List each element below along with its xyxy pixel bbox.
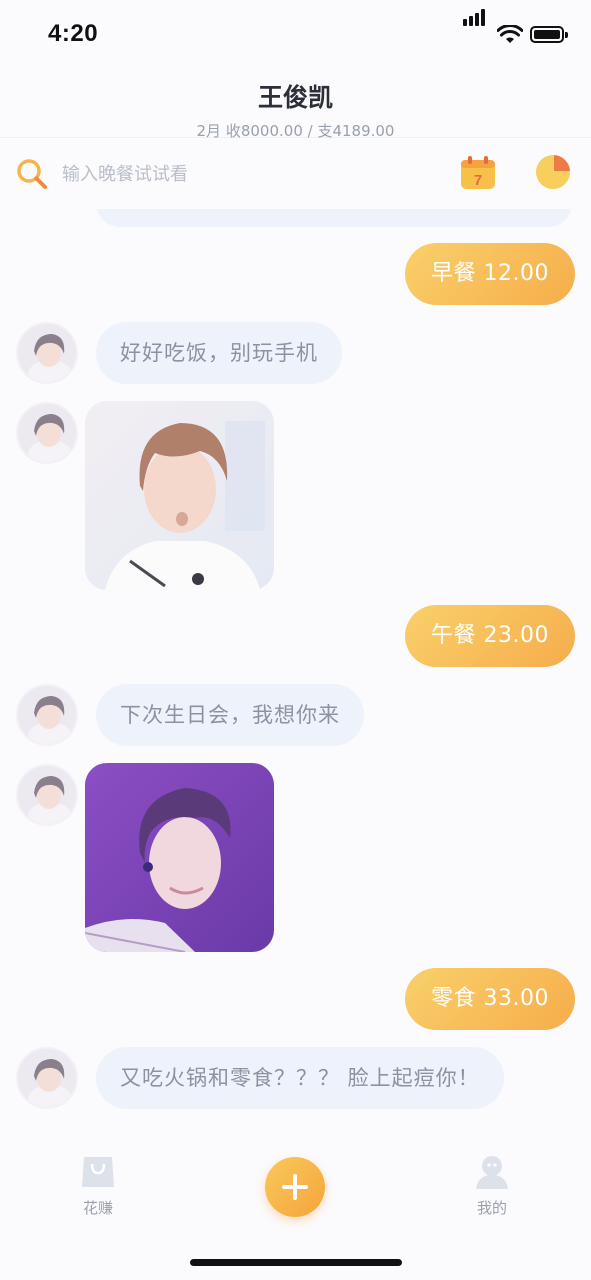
- battery-icon: [530, 26, 568, 43]
- shopping-bag-icon: [82, 1157, 114, 1187]
- photo-message[interactable]: [85, 401, 274, 590]
- status-time: 4:20: [48, 20, 99, 47]
- avatar[interactable]: [16, 322, 78, 384]
- status-bar: 4:20: [0, 0, 591, 72]
- tab-profile[interactable]: 我的: [452, 1155, 532, 1218]
- expense-bubble[interactable]: 零食 33.00: [405, 968, 575, 1030]
- monthly-summary: 2月 收8000.00 / 支4189.00: [196, 122, 395, 140]
- expense-bubble[interactable]: 早餐 12.00: [405, 243, 575, 305]
- plus-icon: [282, 1174, 308, 1200]
- calendar-day: 7: [474, 172, 482, 189]
- search-input[interactable]: [62, 159, 422, 189]
- tab-label: 花赚: [82, 1199, 113, 1217]
- tab-label: 我的: [476, 1199, 507, 1217]
- expense-bubble[interactable]: 午餐 23.00: [405, 605, 575, 667]
- chat-list[interactable]: 早餐 12.00 好好吃饭，别玩手机 午餐 23.00 下次生日会，我想你来 零…: [0, 209, 591, 1139]
- chat-header: 王俊凯 2月 收8000.00 / 支4189.00: [0, 72, 591, 140]
- search-icon[interactable]: [15, 157, 49, 191]
- avatar[interactable]: [16, 684, 78, 746]
- pie-chart-icon[interactable]: [535, 154, 571, 190]
- message-bubble: 下次生日会，我想你来: [96, 684, 364, 746]
- photo-message[interactable]: [85, 763, 274, 952]
- search-bar: [0, 139, 591, 209]
- avatar[interactable]: [16, 764, 78, 826]
- message-bubble: 又吃火锅和零食？？？ 脸上起痘你！: [96, 1047, 504, 1109]
- home-indicator: [190, 1259, 402, 1266]
- avatar[interactable]: [16, 402, 78, 464]
- page-title: 王俊凯: [257, 83, 333, 112]
- add-record-button[interactable]: [265, 1157, 325, 1217]
- calendar-icon[interactable]: 7: [460, 156, 496, 190]
- wifi-icon: [497, 25, 523, 43]
- person-icon: [476, 1156, 508, 1189]
- message-bubble: 好好吃饭，别玩手机: [96, 322, 342, 384]
- avatar[interactable]: [16, 1047, 78, 1109]
- message-bubble-partial: [96, 209, 572, 227]
- tab-spend[interactable]: 花赚: [58, 1155, 138, 1218]
